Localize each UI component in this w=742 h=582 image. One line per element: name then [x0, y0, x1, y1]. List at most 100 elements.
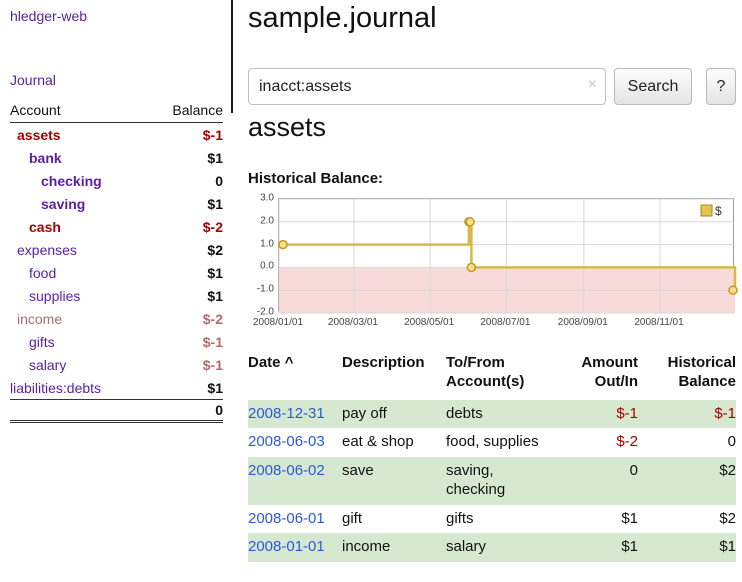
account-link-liabilities-debts[interactable]: liabilities:debts: [10, 380, 101, 396]
x-tick-label: 2008/01/01: [253, 317, 303, 328]
account-row-salary: salary $-1: [10, 353, 223, 376]
search-button[interactable]: Search: [614, 68, 692, 105]
account-link-salary[interactable]: salary: [10, 357, 66, 373]
chart-point: [466, 218, 474, 226]
txn-amount: $1: [554, 533, 638, 562]
account-link-bank[interactable]: bank: [10, 150, 62, 166]
account-row-cash: cash $-2: [10, 215, 223, 238]
account-balance-bank: $1: [207, 150, 223, 166]
chart-point: [467, 263, 475, 271]
register-row: 2008-12-31 pay off debts $-1 $-1: [248, 400, 736, 429]
txn-description: pay off: [342, 400, 446, 429]
register-row: 2008-01-01 income salary $1 $1: [248, 533, 736, 562]
page-title: sample.journal: [248, 2, 437, 35]
col-header-amount: Amount Out/In: [554, 352, 638, 400]
y-tick-label: -1.0: [257, 284, 274, 295]
account-row-income: income $-2: [10, 307, 223, 330]
txn-accounts: debts: [446, 400, 554, 429]
account-link-food[interactable]: food: [10, 265, 56, 281]
txn-balance: 0: [638, 428, 736, 457]
txn-description: save: [342, 457, 446, 505]
account-link-income[interactable]: income: [10, 311, 62, 327]
txn-accounts: gifts: [446, 505, 554, 534]
accounts-col-balance: Balance: [172, 102, 223, 118]
x-tick-label: 2008/11/01: [634, 317, 683, 328]
register-row: 2008-06-01 gift gifts $1 $2: [248, 505, 736, 534]
y-tick-label: -2.0: [257, 307, 274, 318]
txn-date-link[interactable]: 2008-01-01: [248, 538, 325, 555]
txn-amount: 0: [554, 457, 638, 505]
txn-date-link[interactable]: 2008-06-03: [248, 433, 325, 450]
register-table: Date ^ Description To/From Account(s) Am…: [248, 352, 736, 562]
x-tick-label: 2008/05/01: [404, 317, 454, 328]
col-header-date[interactable]: Date ^: [248, 352, 342, 400]
accounts-total-row: 0: [10, 399, 223, 423]
account-row-saving: saving $1: [10, 192, 223, 215]
chart-legend-label: $: [715, 204, 722, 218]
main-content: sample.journal × Search ? assets Histori…: [248, 0, 736, 582]
app-title-link[interactable]: hledger-web: [10, 8, 87, 24]
y-tick-label: 1.0: [260, 238, 274, 249]
accounts-total-value: 0: [215, 402, 223, 418]
account-link-gifts[interactable]: gifts: [10, 334, 55, 350]
txn-date-link[interactable]: 2008-06-01: [248, 510, 325, 527]
account-link-saving[interactable]: saving: [10, 196, 85, 212]
account-link-supplies[interactable]: supplies: [10, 288, 80, 304]
register-row: 2008-06-03 eat & shop food, supplies $-2…: [248, 428, 736, 457]
txn-description: eat & shop: [342, 428, 446, 457]
chart-canvas: $: [279, 199, 735, 313]
help-button[interactable]: ?: [706, 68, 736, 105]
clear-search-icon[interactable]: ×: [588, 76, 597, 94]
account-balance-liabilities-debts: $1: [207, 380, 223, 396]
account-row-assets: assets $-1: [10, 123, 223, 146]
accounts-table: Account Balance assets $-1 bank $1 check…: [10, 102, 223, 423]
chart-point: [279, 241, 287, 249]
txn-amount: $-2: [554, 428, 638, 457]
chart-title: Historical Balance:: [248, 170, 383, 187]
account-balance-salary: $-1: [203, 357, 223, 373]
account-row-supplies: supplies $1: [10, 284, 223, 307]
txn-date-link[interactable]: 2008-06-02: [248, 462, 325, 479]
account-balance-saving: $1: [207, 196, 223, 212]
txn-description: income: [342, 533, 446, 562]
account-row-liabilities-debts: liabilities:debts $1: [10, 376, 223, 399]
col-header-date-label: Date: [248, 354, 281, 371]
nav-journal-link[interactable]: Journal: [10, 72, 56, 88]
accounts-table-header: Account Balance: [10, 102, 223, 123]
txn-description: gift: [342, 505, 446, 534]
chart-plot-area: $: [278, 198, 734, 312]
chart-y-axis: 3.02.01.00.0-1.0-2.0: [248, 198, 274, 312]
account-balance-income: $-2: [203, 311, 223, 327]
account-balance-gifts: $-1: [203, 334, 223, 350]
account-balance-checking: 0: [215, 173, 223, 189]
account-row-gifts: gifts $-1: [10, 330, 223, 353]
account-row-bank: bank $1: [10, 146, 223, 169]
register-row: 2008-06-02 save saving, checking 0 $2: [248, 457, 736, 505]
account-link-expenses[interactable]: expenses: [10, 242, 77, 258]
account-link-checking[interactable]: checking: [10, 173, 102, 189]
y-tick-label: 3.0: [260, 193, 274, 204]
txn-accounts: salary: [446, 533, 554, 562]
txn-balance: $2: [638, 457, 736, 505]
accounts-col-account: Account: [10, 102, 61, 118]
account-balance-cash: $-2: [203, 219, 223, 235]
account-link-cash[interactable]: cash: [10, 219, 61, 235]
x-tick-label: 2008/09/01: [558, 317, 608, 328]
col-header-description: Description: [342, 352, 446, 400]
account-row-expenses: expenses $2: [10, 238, 223, 261]
sort-ascending-icon: ^: [285, 354, 294, 371]
chart-legend-swatch: [701, 205, 712, 216]
chart-point: [729, 286, 737, 294]
account-link-assets[interactable]: assets: [10, 127, 61, 143]
txn-amount: $1: [554, 505, 638, 534]
account-heading: assets: [248, 112, 326, 143]
search-input[interactable]: [248, 68, 606, 105]
register-header-row: Date ^ Description To/From Account(s) Am…: [248, 352, 736, 400]
txn-date-link[interactable]: 2008-12-31: [248, 405, 325, 422]
account-balance-expenses: $2: [207, 242, 223, 258]
x-tick-label: 2008/03/01: [328, 317, 378, 328]
txn-balance: $2: [638, 505, 736, 534]
account-balance-assets: $-1: [203, 127, 223, 143]
historical-balance-chart: 3.02.01.00.0-1.0-2.0 $ 2008/01/01 2008/03…: [248, 198, 736, 334]
search-form: × Search ?: [248, 68, 736, 106]
